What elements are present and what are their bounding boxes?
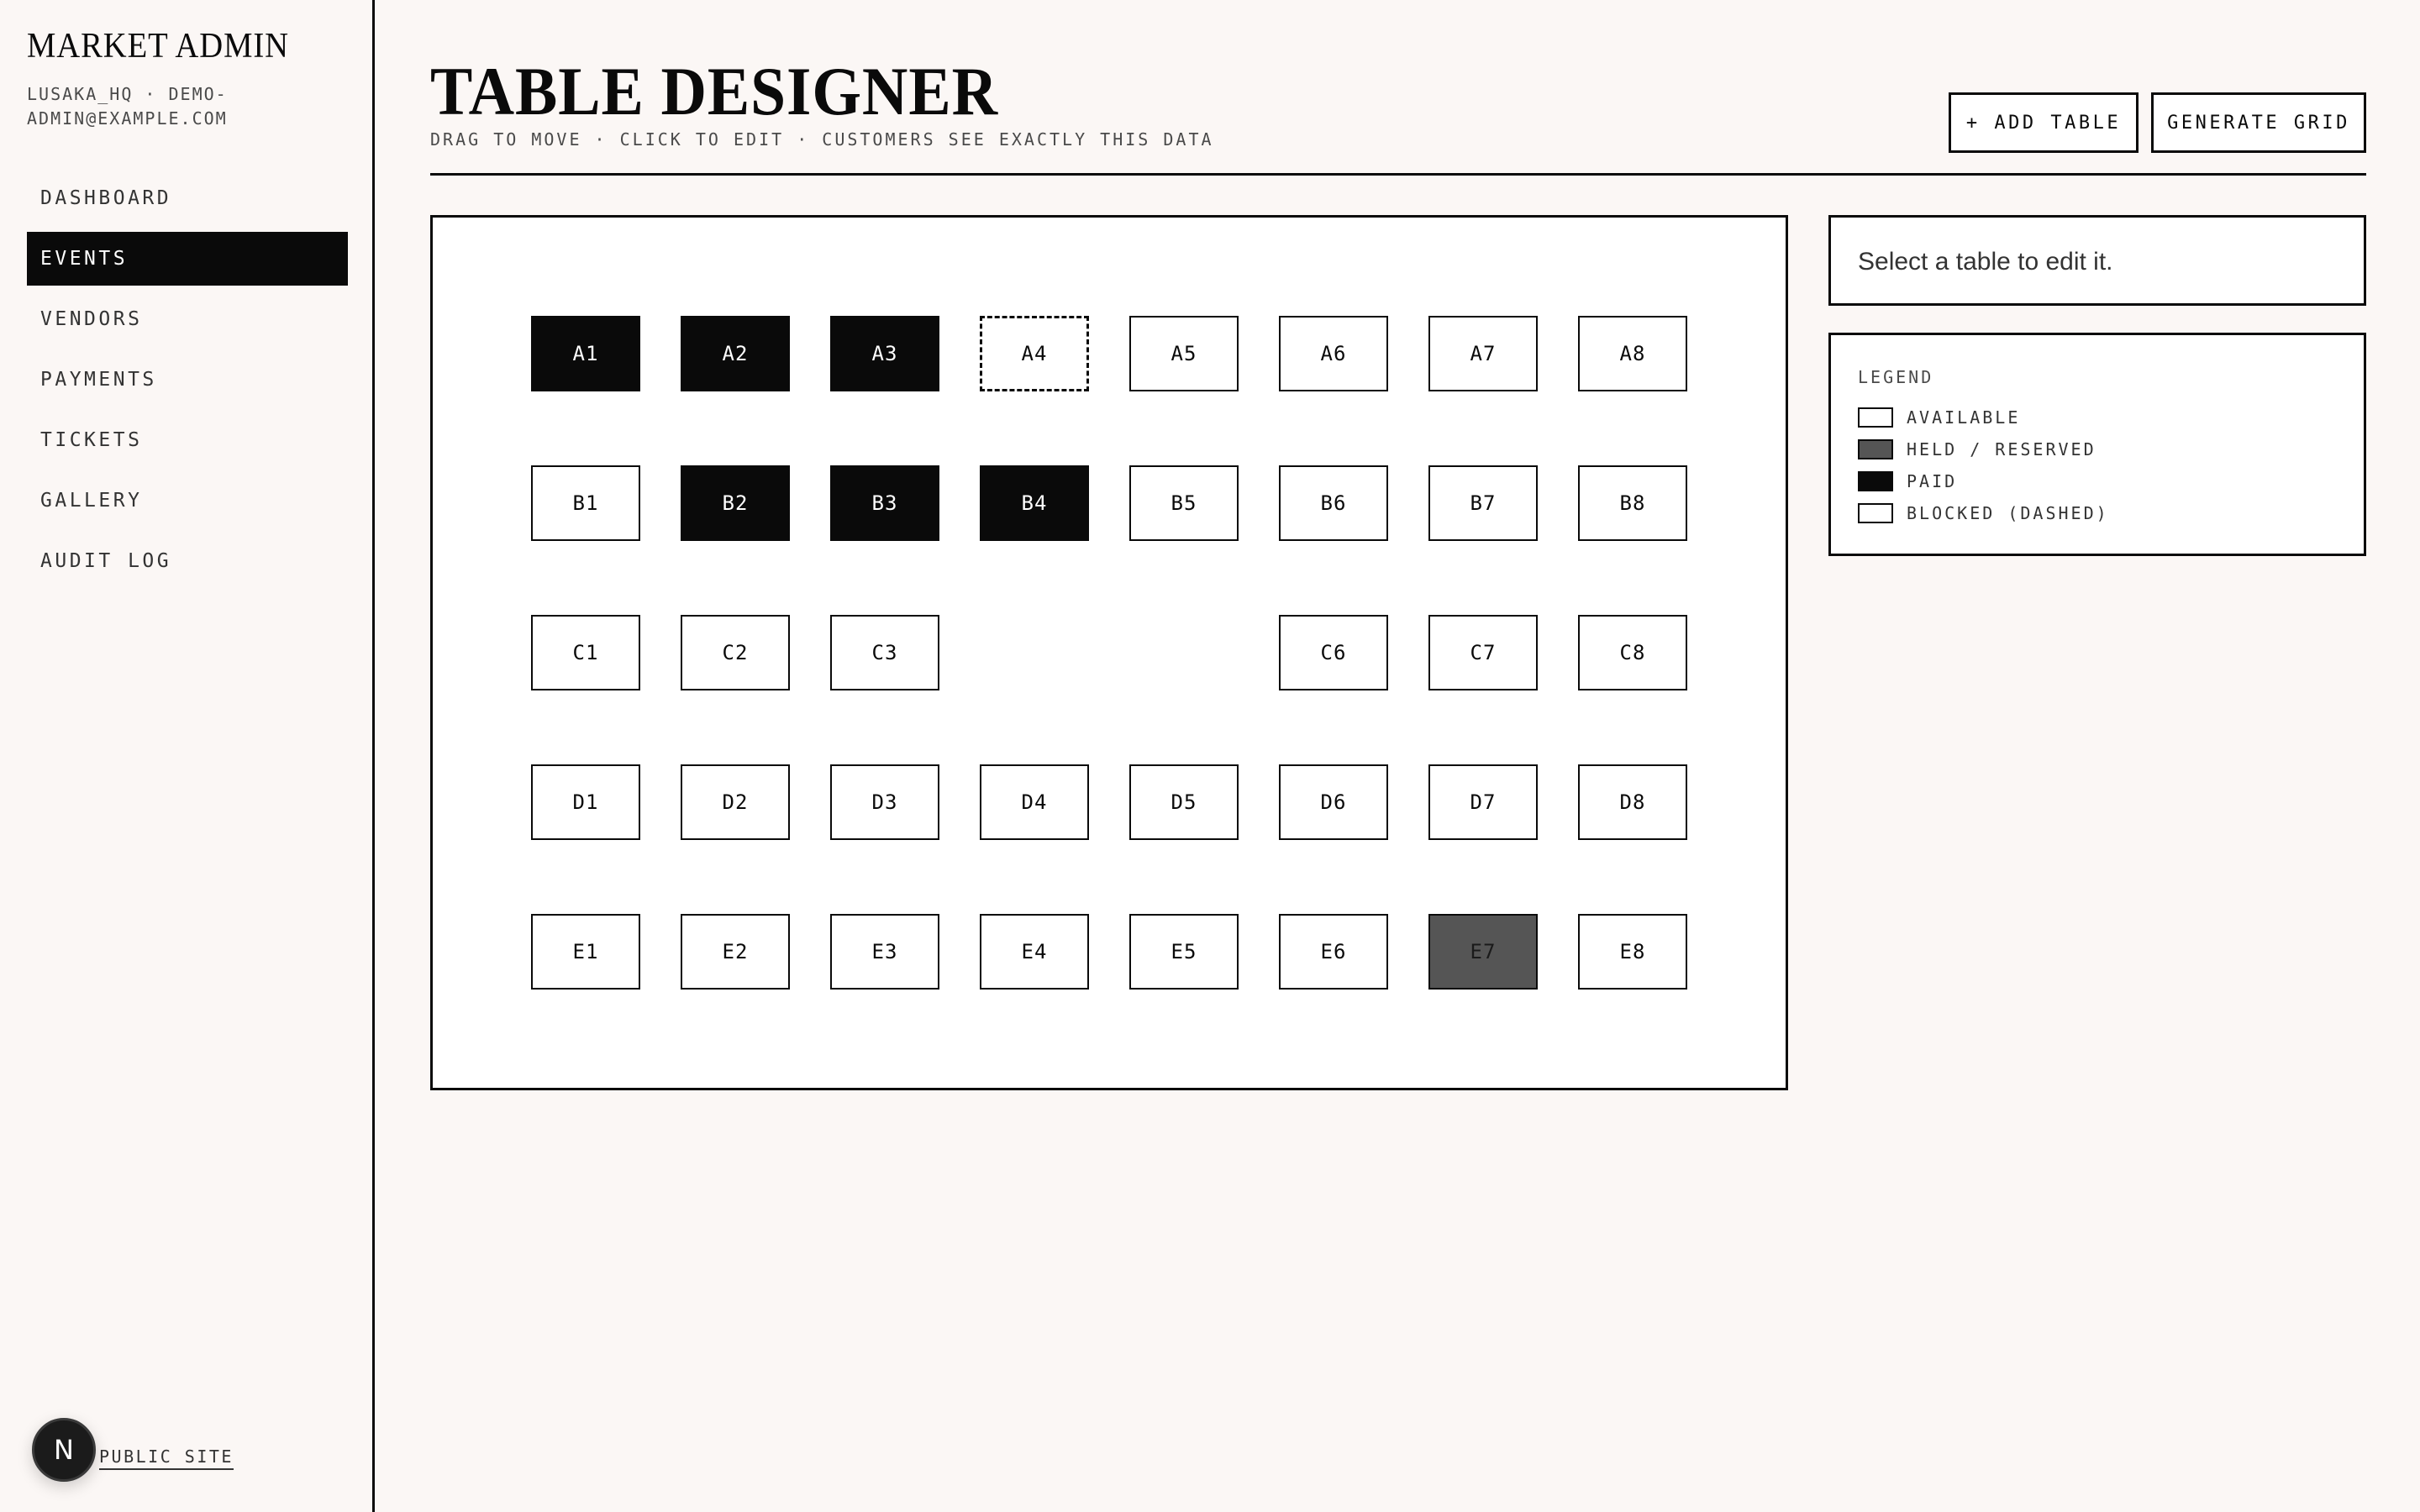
legend-label: AVAILABLE <box>1907 407 2021 428</box>
legend-item-blocked: BLOCKED (DASHED) <box>1858 503 2109 523</box>
table-e4[interactable]: E4 <box>980 914 1089 990</box>
org-account: LUSAKA_HQ · DEMO-ADMIN@EXAMPLE.COM <box>27 84 228 129</box>
table-c3[interactable]: C3 <box>830 615 939 690</box>
table-c8[interactable]: C8 <box>1578 615 1687 690</box>
page-subtitle: DRAG TO MOVE · CLICK TO EDIT · CUSTOMERS… <box>430 129 1214 150</box>
header-divider <box>430 173 2366 176</box>
legend-item-available: AVAILABLE <box>1858 407 2020 428</box>
table-e2[interactable]: E2 <box>681 914 790 990</box>
table-b1[interactable]: B1 <box>531 465 640 541</box>
table-a7[interactable]: A7 <box>1428 316 1538 391</box>
table-e6[interactable]: E6 <box>1279 914 1388 990</box>
table-e3[interactable]: E3 <box>830 914 939 990</box>
edit-hint: Select a table to edit it. <box>1858 248 2113 276</box>
table-e8[interactable]: E8 <box>1578 914 1687 990</box>
table-e5[interactable]: E5 <box>1129 914 1239 990</box>
table-e7[interactable]: E7 <box>1428 914 1538 990</box>
generate-grid-button[interactable]: GENERATE GRID <box>2151 92 2366 153</box>
table-d3[interactable]: D3 <box>830 764 939 840</box>
table-d4[interactable]: D4 <box>980 764 1089 840</box>
table-a6[interactable]: A6 <box>1279 316 1388 391</box>
table-d7[interactable]: D7 <box>1428 764 1538 840</box>
table-c7[interactable]: C7 <box>1428 615 1538 690</box>
add-table-button[interactable]: + ADD TABLE <box>1949 92 2139 153</box>
sidebar-item-audit-log[interactable]: AUDIT LOG <box>27 534 348 588</box>
sidebar-item-vendors[interactable]: VENDORS <box>27 292 348 346</box>
table-a2[interactable]: A2 <box>681 316 790 391</box>
page-title: TABLE DESIGNER <box>430 53 998 129</box>
legend-title: LEGEND <box>1858 367 1934 387</box>
table-b6[interactable]: B6 <box>1279 465 1388 541</box>
table-a4[interactable]: A4 <box>980 316 1089 391</box>
legend-swatch-available <box>1858 407 1893 428</box>
legend-label: HELD / RESERVED <box>1907 439 2096 459</box>
table-d8[interactable]: D8 <box>1578 764 1687 840</box>
legend-item-held: HELD / RESERVED <box>1858 439 2096 459</box>
brand-title: MARKET ADMIN <box>27 27 289 66</box>
table-a8[interactable]: A8 <box>1578 316 1687 391</box>
sidebar-item-events[interactable]: EVENTS <box>27 232 348 286</box>
table-a5[interactable]: A5 <box>1129 316 1239 391</box>
legend-label: PAID <box>1907 471 1958 491</box>
sidebar-item-gallery[interactable]: GALLERY <box>27 474 348 528</box>
legend: LEGEND AVAILABLE HELD / RESERVED PAID BL… <box>1828 333 2366 556</box>
table-d2[interactable]: D2 <box>681 764 790 840</box>
table-b3[interactable]: B3 <box>830 465 939 541</box>
edit-panel: Select a table to edit it. <box>1828 215 2366 306</box>
floor-plan-canvas[interactable]: A1 A2 A3 A4 A5 A6 A7 A8 B1 B2 B3 B4 B5 B6 B7 B8 C1 C2 C3 C6… <box>430 215 1788 1090</box>
legend-swatch-held <box>1858 439 1893 459</box>
table-c6[interactable]: C6 <box>1279 615 1388 690</box>
sidebar-item-tickets[interactable]: TICKETS <box>27 413 348 467</box>
table-a3[interactable]: A3 <box>830 316 939 391</box>
legend-swatch-blocked <box>1858 503 1893 523</box>
table-e1[interactable]: E1 <box>531 914 640 990</box>
sidebar-item-payments[interactable]: PAYMENTS <box>27 353 348 407</box>
legend-item-paid: PAID <box>1858 471 1957 491</box>
table-b5[interactable]: B5 <box>1129 465 1239 541</box>
sidebar-item-dashboard[interactable]: DASHBOARD <box>27 171 348 225</box>
table-a1[interactable]: A1 <box>531 316 640 391</box>
table-b2[interactable]: B2 <box>681 465 790 541</box>
table-d6[interactable]: D6 <box>1279 764 1388 840</box>
public-site-link[interactable]: PUBLIC SITE <box>99 1446 234 1470</box>
table-d5[interactable]: D5 <box>1129 764 1239 840</box>
legend-label: BLOCKED (DASHED) <box>1907 503 2109 523</box>
table-b4[interactable]: B4 <box>980 465 1089 541</box>
table-d1[interactable]: D1 <box>531 764 640 840</box>
legend-swatch-paid <box>1858 471 1893 491</box>
avatar[interactable]: N <box>32 1418 96 1482</box>
table-b8[interactable]: B8 <box>1578 465 1687 541</box>
table-b7[interactable]: B7 <box>1428 465 1538 541</box>
table-c2[interactable]: C2 <box>681 615 790 690</box>
table-c1[interactable]: C1 <box>531 615 640 690</box>
sidebar: MARKET ADMIN LUSAKA_HQ · DEMO-ADMIN@EXAM… <box>0 0 375 1512</box>
sidebar-nav: DASHBOARD EVENTS VENDORS PAYMENTS TICKET… <box>27 171 348 595</box>
